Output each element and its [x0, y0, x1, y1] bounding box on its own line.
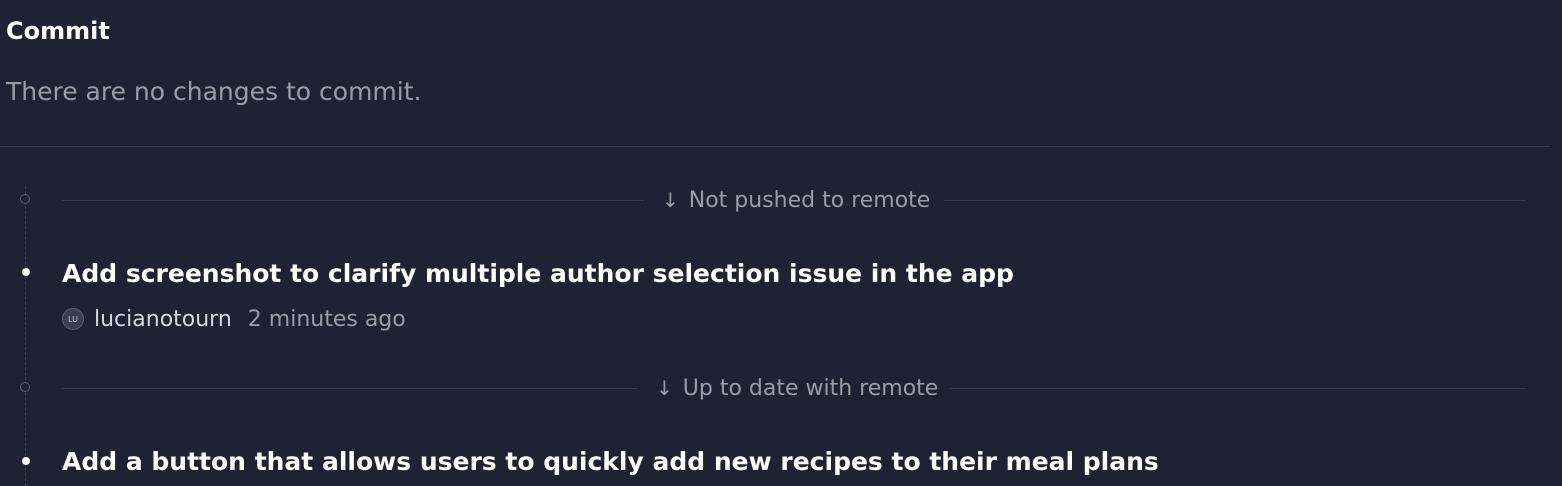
commit-history-panel: Commit There are no changes to commit. ↓…	[0, 0, 1562, 486]
section-label-not-pushed: ↓ Not pushed to remote	[662, 188, 930, 213]
section-label-text: Not pushed to remote	[688, 188, 931, 213]
commit-node	[22, 457, 30, 465]
section-rule-left	[62, 200, 644, 201]
arrow-down-icon: ↓	[656, 376, 673, 400]
section-rule-left	[62, 388, 637, 389]
section-node-not-pushed	[20, 194, 30, 204]
section-label-text: Up to date with remote	[682, 376, 939, 401]
commit-author[interactable]: lucianotourn	[94, 307, 232, 332]
commit-meta: LU lucianotourn 2 minutes ago	[62, 304, 406, 334]
section-divider	[0, 146, 1550, 147]
commit-message[interactable]: Add screenshot to clarify multiple autho…	[62, 258, 1014, 290]
section-header-up-to-date: ↓ Up to date with remote	[62, 376, 1526, 401]
commit-section-title: Commit	[6, 17, 110, 45]
section-node-up-to-date	[20, 382, 30, 392]
avatar: LU	[62, 308, 84, 330]
section-rule-right	[944, 200, 1526, 201]
section-rule-right	[950, 388, 1526, 389]
commit-node	[22, 268, 30, 276]
section-header-not-pushed: ↓ Not pushed to remote	[62, 188, 1526, 213]
commit-time: 2 minutes ago	[247, 306, 406, 332]
no-changes-message: There are no changes to commit.	[6, 77, 422, 106]
section-label-up-to-date: ↓ Up to date with remote	[656, 376, 938, 401]
timeline-line	[25, 186, 26, 486]
commit-message[interactable]: Add a button that allows users to quickl…	[62, 446, 1159, 478]
arrow-down-icon: ↓	[662, 188, 679, 212]
